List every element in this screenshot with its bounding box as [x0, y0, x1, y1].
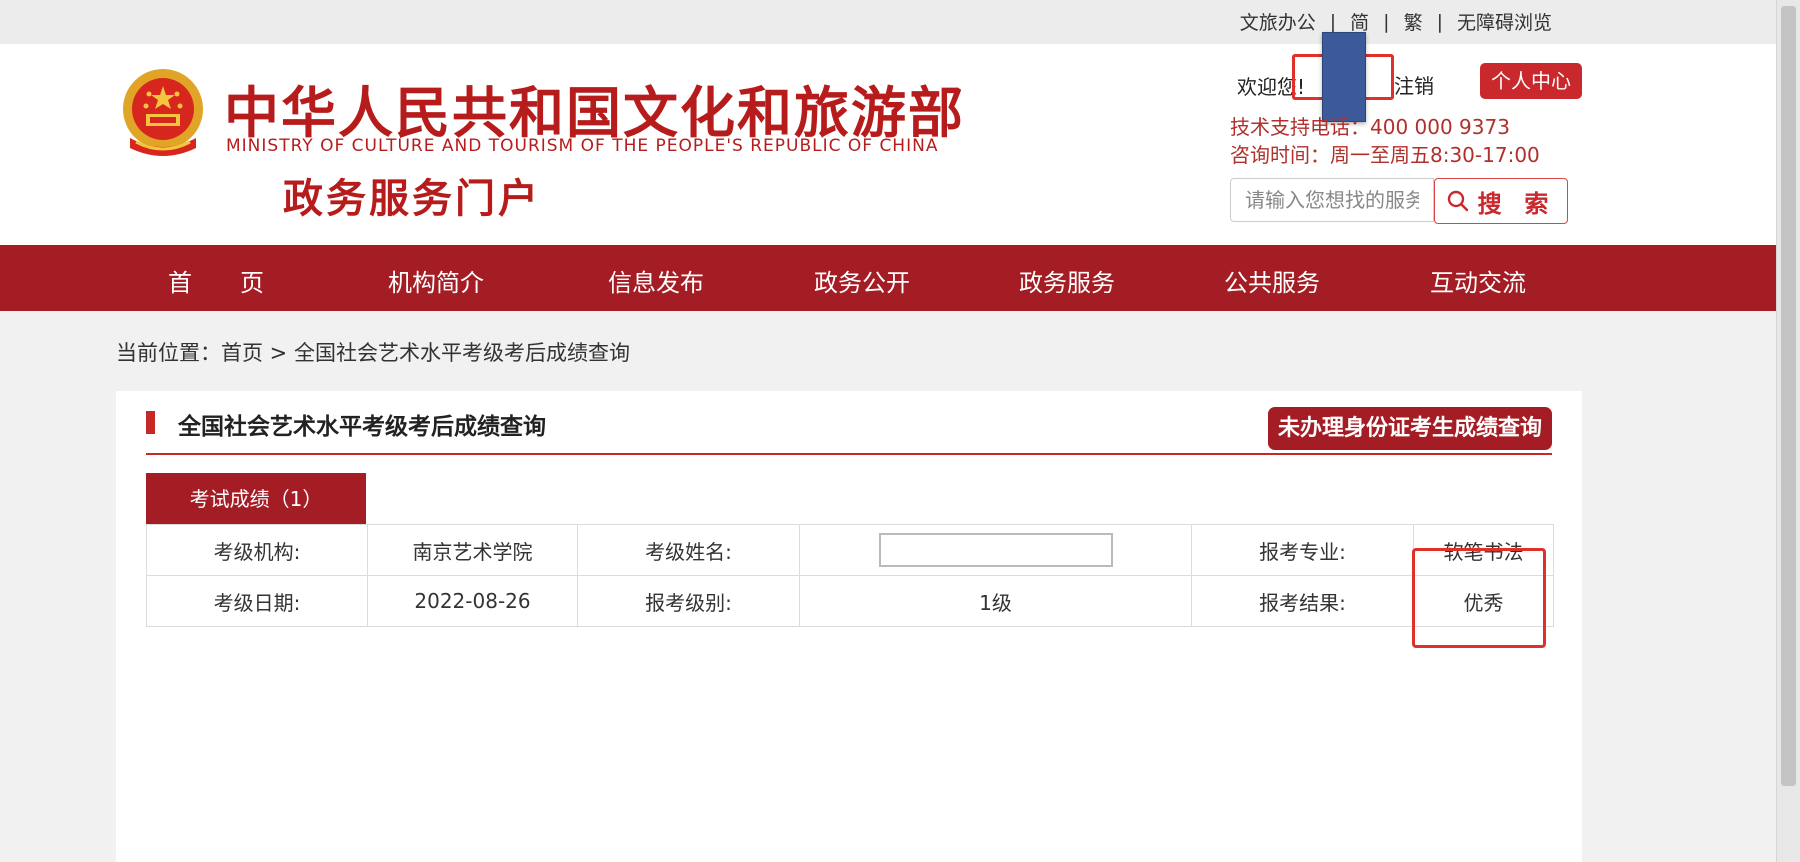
search-button-label: 搜 索 [1477, 190, 1557, 218]
nav-interaction[interactable]: 互动交流 [1430, 263, 1526, 298]
nav-news[interactable]: 信息发布 [608, 263, 704, 298]
title-marker [146, 411, 155, 434]
divider: | [1383, 10, 1390, 33]
title-divider [146, 453, 1552, 455]
scrollbar[interactable] [1776, 0, 1800, 862]
support-hours: 咨询时间：周一至周五8:30-17:00 [1230, 143, 1540, 167]
site-header: 中华人民共和国文化和旅游部 MINISTRY OF CULTURE AND TO… [0, 32, 1776, 245]
nav-gov-services[interactable]: 政务服务 [1019, 263, 1115, 298]
divider: | [1436, 10, 1443, 33]
name-cell [799, 524, 1192, 576]
nav-gov-affairs[interactable]: 政务公开 [814, 263, 910, 298]
result-panel: 全国社会艺术水平考级考后成绩查询 未办理身份证考生成绩查询 考试成绩（1） 考级… [116, 391, 1582, 862]
national-emblem-icon [123, 69, 203, 156]
no-id-query-button[interactable]: 未办理身份证考生成绩查询 [1268, 407, 1552, 450]
scrollbar-thumb[interactable] [1781, 6, 1796, 786]
level-label: 报考级别: [577, 575, 800, 627]
nav-about[interactable]: 机构简介 [388, 263, 484, 298]
result-highlight-box [1412, 548, 1546, 648]
level-value: 1级 [799, 575, 1192, 627]
link-traditional[interactable]: 繁 [1404, 8, 1423, 35]
table-row: 考级机构: 南京艺术学院 考级姓名: 报考专业: 软笔书法 [146, 524, 1554, 576]
org-value: 南京艺术学院 [367, 524, 578, 576]
breadcrumb-current: 全国社会艺术水平考级考后成绩查询 [293, 341, 630, 365]
breadcrumb-home[interactable]: 首页 [221, 341, 263, 365]
breadcrumb: 当前位置：首页 > 全国社会艺术水平考级考后成绩查询 [116, 337, 630, 367]
table-row: 考级日期: 2022-08-26 报考级别: 1级 报考结果: 优秀 [146, 575, 1554, 627]
support-phone: 技术支持电话：400 000 9373 [1230, 115, 1510, 139]
tab-exam-results[interactable]: 考试成绩（1） [146, 473, 366, 525]
nav-home[interactable]: 首 页 [168, 263, 264, 298]
breadcrumb-separator: > [263, 341, 294, 365]
panel-title: 全国社会艺术水平考级考后成绩查询 [178, 414, 546, 440]
date-label: 考级日期: [146, 575, 368, 627]
top-bar: 文旅办公 | 简 | 繁 | 无障碍浏览 [0, 0, 1776, 44]
logout-link[interactable]: 注销 [1394, 70, 1434, 99]
top-links: 文旅办公 | 简 | 繁 | 无障碍浏览 [1240, 8, 1552, 35]
personal-center-button[interactable]: 个人中心 [1480, 63, 1582, 99]
result-table: 考级机构: 南京艺术学院 考级姓名: 报考专业: 软笔书法 考级日期: 2022… [146, 524, 1554, 627]
id-card-overlay [1322, 32, 1366, 122]
logo-english-title: MINISTRY OF CULTURE AND TOURISM OF THE P… [226, 136, 939, 156]
breadcrumb-prefix: 当前位置： [116, 341, 221, 365]
main-nav: 首 页 机构简介 信息发布 政务公开 政务服务 公共服务 互动交流 [0, 245, 1776, 311]
logo-subtitle: 政务服务门户 [283, 176, 541, 222]
result-label: 报考结果: [1191, 575, 1414, 627]
name-value [878, 533, 1113, 567]
major-label: 报考专业: [1191, 524, 1414, 576]
search-button[interactable]: 搜 索 [1434, 178, 1568, 224]
search-input[interactable] [1230, 178, 1434, 222]
org-label: 考级机构: [146, 524, 368, 576]
divider: | [1329, 10, 1337, 33]
link-accessibility[interactable]: 无障碍浏览 [1457, 8, 1552, 35]
link-office[interactable]: 文旅办公 [1240, 8, 1316, 35]
date-value: 2022-08-26 [367, 575, 578, 627]
name-label: 考级姓名: [577, 524, 800, 576]
link-simplified[interactable]: 简 [1350, 8, 1369, 35]
nav-public-services[interactable]: 公共服务 [1224, 263, 1320, 298]
search-icon [1447, 190, 1468, 212]
